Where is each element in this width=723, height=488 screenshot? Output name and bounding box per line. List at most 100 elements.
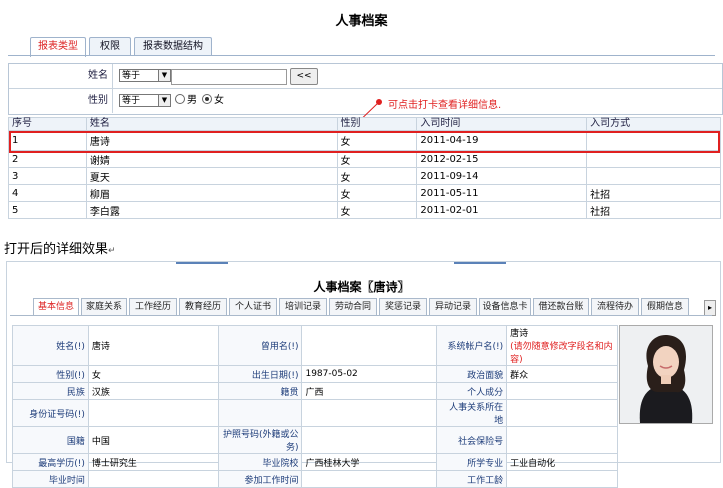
detail-tab[interactable]: 奖惩记录 [379, 298, 427, 316]
field-value: 中国 [87, 426, 219, 454]
detail-tab[interactable]: 家庭关系 [81, 298, 127, 316]
field-label: 系统帐户名(!) [436, 325, 508, 366]
cell: 2012-02-15 [416, 150, 588, 168]
detail-tab[interactable]: 工作经历 [129, 298, 177, 316]
account-value: 唐诗 [510, 329, 529, 339]
detail-form: 姓名(!) 唐诗 曾用名(!) 系统帐户名(!) 唐诗 (请勿随意修改字段名和内容… [12, 325, 618, 488]
field-label: 国籍 [12, 426, 89, 454]
field-label: 个人成分 [436, 382, 508, 400]
field-value: 工业自动化 [506, 453, 618, 471]
cell: 社招 [586, 184, 721, 202]
header-join-date: 入司时间 [416, 117, 588, 131]
field-value: 群众 [506, 365, 618, 383]
detail-tab-divider [10, 315, 712, 316]
profile-photo [619, 325, 713, 424]
field-label: 工作工龄 [436, 470, 508, 488]
field-label: 民族 [12, 382, 89, 400]
header-name: 姓名 [85, 117, 338, 131]
field-value-account: 唐诗 (请勿随意修改字段名和内容) [506, 325, 618, 366]
field-label: 出生日期(!) [217, 365, 303, 383]
detail-tab[interactable]: 教育经历 [179, 298, 227, 316]
field-value [87, 399, 219, 427]
table-row[interactable]: 2 谢婧女 2012-02-15 [8, 150, 721, 168]
field-label: 最高学历(!) [12, 453, 89, 471]
cell: 4 [8, 184, 87, 202]
detail-tab[interactable]: 个人证书 [229, 298, 277, 316]
return-mark-icon: ↵ [108, 246, 116, 256]
cell: 女 [336, 150, 418, 168]
detail-tab[interactable]: 流程待办 [591, 298, 639, 316]
cell [586, 150, 721, 168]
field-value: 1987-05-02 [301, 365, 438, 383]
field-label: 参加工作时间 [217, 470, 303, 488]
header-join-method: 入司方式 [586, 117, 721, 131]
detail-tab[interactable]: 异动记录 [429, 298, 477, 316]
detail-tab[interactable]: 借还款台账 [533, 298, 589, 316]
field-label: 人事关系所在地 [436, 399, 508, 427]
detail-tab[interactable]: 假期信息 [641, 298, 689, 316]
cell: 2011-05-11 [416, 184, 588, 202]
form-row: 姓名(!) 唐诗 曾用名(!) 系统帐户名(!) 唐诗 (请勿随意修改字段名和内容… [12, 325, 618, 366]
callout-dot-icon [376, 99, 382, 105]
form-row: 最高学历(!) 博士研究生 毕业院校 广西桂林大学 所学专业 工业自动化 [12, 453, 618, 471]
cell: 5 [8, 201, 87, 219]
portrait-icon [620, 326, 712, 423]
cell: 李白露 [85, 201, 338, 219]
form-row: 民族 汉族 籍贯 广西 个人成分 [12, 382, 618, 400]
field-value: 唐诗 [87, 325, 219, 366]
field-label: 毕业院校 [217, 453, 303, 471]
table-row[interactable]: 5 李白露女 2011-02-01 社招 [8, 201, 721, 219]
table-header-row: 序号 姓名 性别 入司时间 入司方式 [8, 117, 721, 131]
field-label: 曾用名(!) [217, 325, 303, 366]
header-seq: 序号 [8, 117, 87, 131]
detail-tab[interactable]: 设备信息卡 [479, 298, 531, 316]
field-value: 广西桂林大学 [301, 453, 438, 471]
field-value [301, 325, 438, 366]
field-value [506, 426, 618, 454]
cell: 谢婧 [85, 150, 338, 168]
field-label: 性别(!) [12, 365, 89, 383]
highlight-box [9, 131, 720, 153]
table-row[interactable]: 4 柳眉女 2011-05-11 社招 [8, 184, 721, 202]
detail-tab[interactable]: 基本信息 [33, 298, 79, 316]
cell: 夏天 [85, 167, 338, 185]
cell: 社招 [586, 201, 721, 219]
callout-text: 可点击打卡查看详细信息. [388, 100, 502, 111]
detail-title: 人事档案〖唐诗〗 [313, 280, 410, 294]
field-value [301, 399, 438, 427]
cell: 2011-02-01 [416, 201, 588, 219]
field-label: 所学专业 [436, 453, 508, 471]
tab-scroll-right-icon[interactable]: ▸ [704, 300, 716, 316]
field-label: 护照号码(外籍或公务) [217, 426, 303, 454]
header-gender: 性别 [336, 117, 418, 131]
field-value: 广西 [301, 382, 438, 400]
table-row[interactable]: 3 夏天女 2011-09-14 [8, 167, 721, 185]
field-label: 姓名(!) [12, 325, 89, 366]
field-label: 身份证号码(!) [12, 399, 89, 427]
field-value: 女 [87, 365, 219, 383]
field-value [506, 399, 618, 427]
field-value [301, 470, 438, 488]
detail-tab[interactable]: 培训记录 [279, 298, 327, 316]
field-value [506, 470, 618, 488]
cell: 女 [336, 167, 418, 185]
account-note: (请勿随意修改字段名和内容) [510, 342, 613, 365]
cell: 女 [336, 184, 418, 202]
caption-text: 打开后的详细效果↵ [4, 238, 116, 257]
field-value [87, 470, 219, 488]
cell: 2 [8, 150, 87, 168]
field-value: 博士研究生 [87, 453, 219, 471]
cell: 2011-09-14 [416, 167, 588, 185]
caption-label: 打开后的详细效果 [4, 242, 109, 257]
field-label: 社会保险号 [436, 426, 508, 454]
cell: 3 [8, 167, 87, 185]
form-row: 性别(!) 女 出生日期(!) 1987-05-02 政治面貌 群众 [12, 365, 618, 383]
cell [586, 167, 721, 185]
field-label: 毕业时间 [12, 470, 89, 488]
detail-tab[interactable]: 劳动合同 [329, 298, 377, 316]
divider [454, 262, 506, 264]
field-value [301, 426, 438, 454]
form-row: 身份证号码(!) 人事关系所在地 [12, 399, 618, 427]
form-row: 国籍 中国 护照号码(外籍或公务) 社会保险号 [12, 426, 618, 454]
field-label: 籍贯 [217, 382, 303, 400]
